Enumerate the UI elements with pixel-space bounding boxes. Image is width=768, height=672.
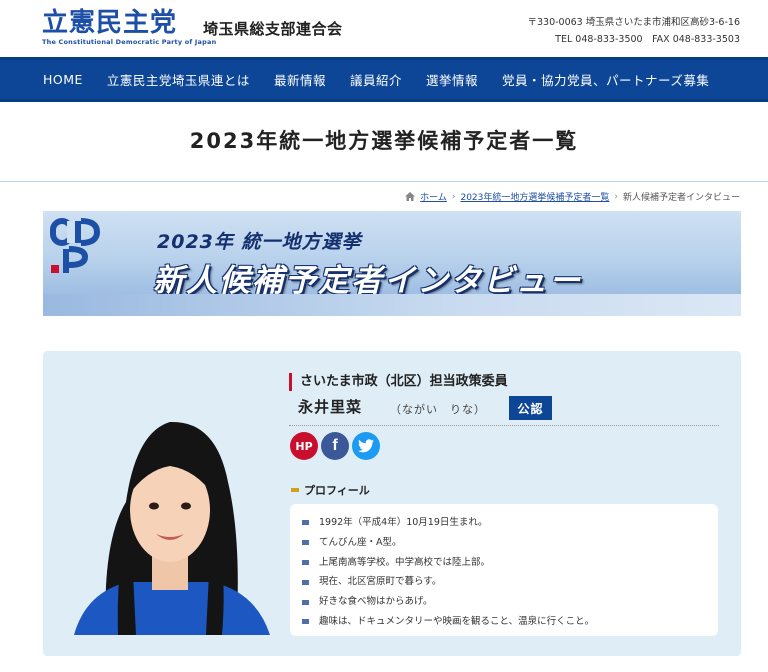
candidate-name: 永井里菜 <box>298 398 363 416</box>
list-item: 趣味は、ドキュメンタリーや映画を観ること、温泉に行くこと。 <box>302 612 718 632</box>
home-icon <box>405 192 416 201</box>
bullet-icon <box>302 559 309 565</box>
candidate-role: さいたま市政（北区）担当政策委員 <box>289 373 508 391</box>
breadcrumb: ホーム › 2023年統一地方選挙候補予定者一覧 › 新人候補予定者インタビュー <box>405 190 740 203</box>
divider <box>289 425 719 426</box>
site-header: 立憲民主党 The Constitutional Democratic Part… <box>0 0 768 57</box>
profile-item-text: 1992年（平成4年）10月19日生まれ。 <box>319 517 488 528</box>
nav-item-about[interactable]: 立憲民主党埼玉県連とは <box>107 70 250 89</box>
breadcrumb-separator-icon: › <box>451 191 456 202</box>
breadcrumb-current: 新人候補予定者インタビュー <box>622 193 740 203</box>
list-item: 好きな食べ物はからあげ。 <box>302 592 718 612</box>
breadcrumb-home[interactable]: ホーム <box>420 190 447 203</box>
profile-list: 1992年（平成4年）10月19日生まれ。 てんびん座・A型。 上尾南高等学校。… <box>290 504 718 636</box>
bullet-icon <box>302 619 309 625</box>
facebook-icon[interactable]: f <box>321 432 349 460</box>
profile-item-text: てんびん座・A型。 <box>319 536 402 548</box>
profile-item-text: 上尾南高等学校。中学高校では陸上部。 <box>319 556 491 568</box>
bullet-icon <box>302 579 309 585</box>
list-item: 上尾南高等学校。中学高校では陸上部。 <box>302 553 718 573</box>
nav-item-join[interactable]: 党員・協力党員、パートナーズ募集 <box>502 70 709 89</box>
main-nav: HOME 立憲民主党埼玉県連とは 最新情報 議員紹介 選挙情報 党員・協力党員、… <box>0 57 768 102</box>
endorsement-badge: 公認 <box>509 396 552 420</box>
banner-stripe <box>43 294 741 316</box>
portrait-image <box>66 392 274 635</box>
contact-info: 〒330-0063 埼玉県さいたま市浦和区高砂3-6-16 TEL 048-83… <box>527 14 740 48</box>
party-logo-subtitle: The Constitutional Democratic Party of J… <box>42 38 217 46</box>
profile-heading-label: プロフィール <box>304 484 370 497</box>
twitter-icon[interactable] <box>352 432 380 460</box>
nav-item-news[interactable]: 最新情報 <box>274 70 326 89</box>
sns-links: HP f <box>290 432 380 460</box>
nav-item-elections[interactable]: 選挙情報 <box>426 70 478 89</box>
profile-item-text: 現在、北区宮原町で暮らす。 <box>319 576 442 588</box>
address-line: 〒330-0063 埼玉県さいたま市浦和区高砂3-6-16 <box>527 17 740 28</box>
party-logo[interactable]: 立憲民主党 <box>42 8 177 38</box>
bullet-icon <box>302 599 309 605</box>
bullet-icon <box>302 540 309 546</box>
breadcrumb-separator-icon: › <box>614 191 618 202</box>
phone-fax-line: TEL 048-833-3500 FAX 048-833-3503 <box>555 34 740 45</box>
heading-marker <box>291 488 299 492</box>
list-item: 現在、北区宮原町で暮らす。 <box>302 572 718 592</box>
profile-heading: プロフィール <box>291 482 370 498</box>
homepage-icon[interactable]: HP <box>290 432 318 460</box>
breadcrumb-parent[interactable]: 2023年統一地方選挙候補予定者一覧 <box>460 190 609 203</box>
nav-item-home[interactable]: HOME <box>43 72 83 87</box>
cdp-logo-icon <box>50 218 101 273</box>
banner-subtitle: 2023年 統一地方選挙 <box>157 231 362 253</box>
page-title: 2023年統一地方選挙候補予定者一覧 <box>189 129 579 153</box>
interview-banner: 2023年 統一地方選挙 新人候補予定者インタビュー <box>43 211 741 316</box>
candidate-photo <box>66 392 274 635</box>
profile-item-text: 好きな食べ物はからあげ。 <box>319 596 433 608</box>
nav-item-members[interactable]: 議員紹介 <box>350 70 402 89</box>
list-item: 1992年（平成4年）10月19日生まれ。 <box>302 513 718 533</box>
twitter-bird-icon <box>358 439 374 453</box>
branch-name: 埼玉県総支部連合会 <box>203 20 343 38</box>
candidate-name-kana: （ながい りな） <box>390 403 486 416</box>
profile-item-text: 趣味は、ドキュメンタリーや映画を観ること、温泉に行くこと。 <box>319 615 595 627</box>
bullet-icon <box>302 520 309 526</box>
list-item: てんびん座・A型。 <box>302 533 718 553</box>
